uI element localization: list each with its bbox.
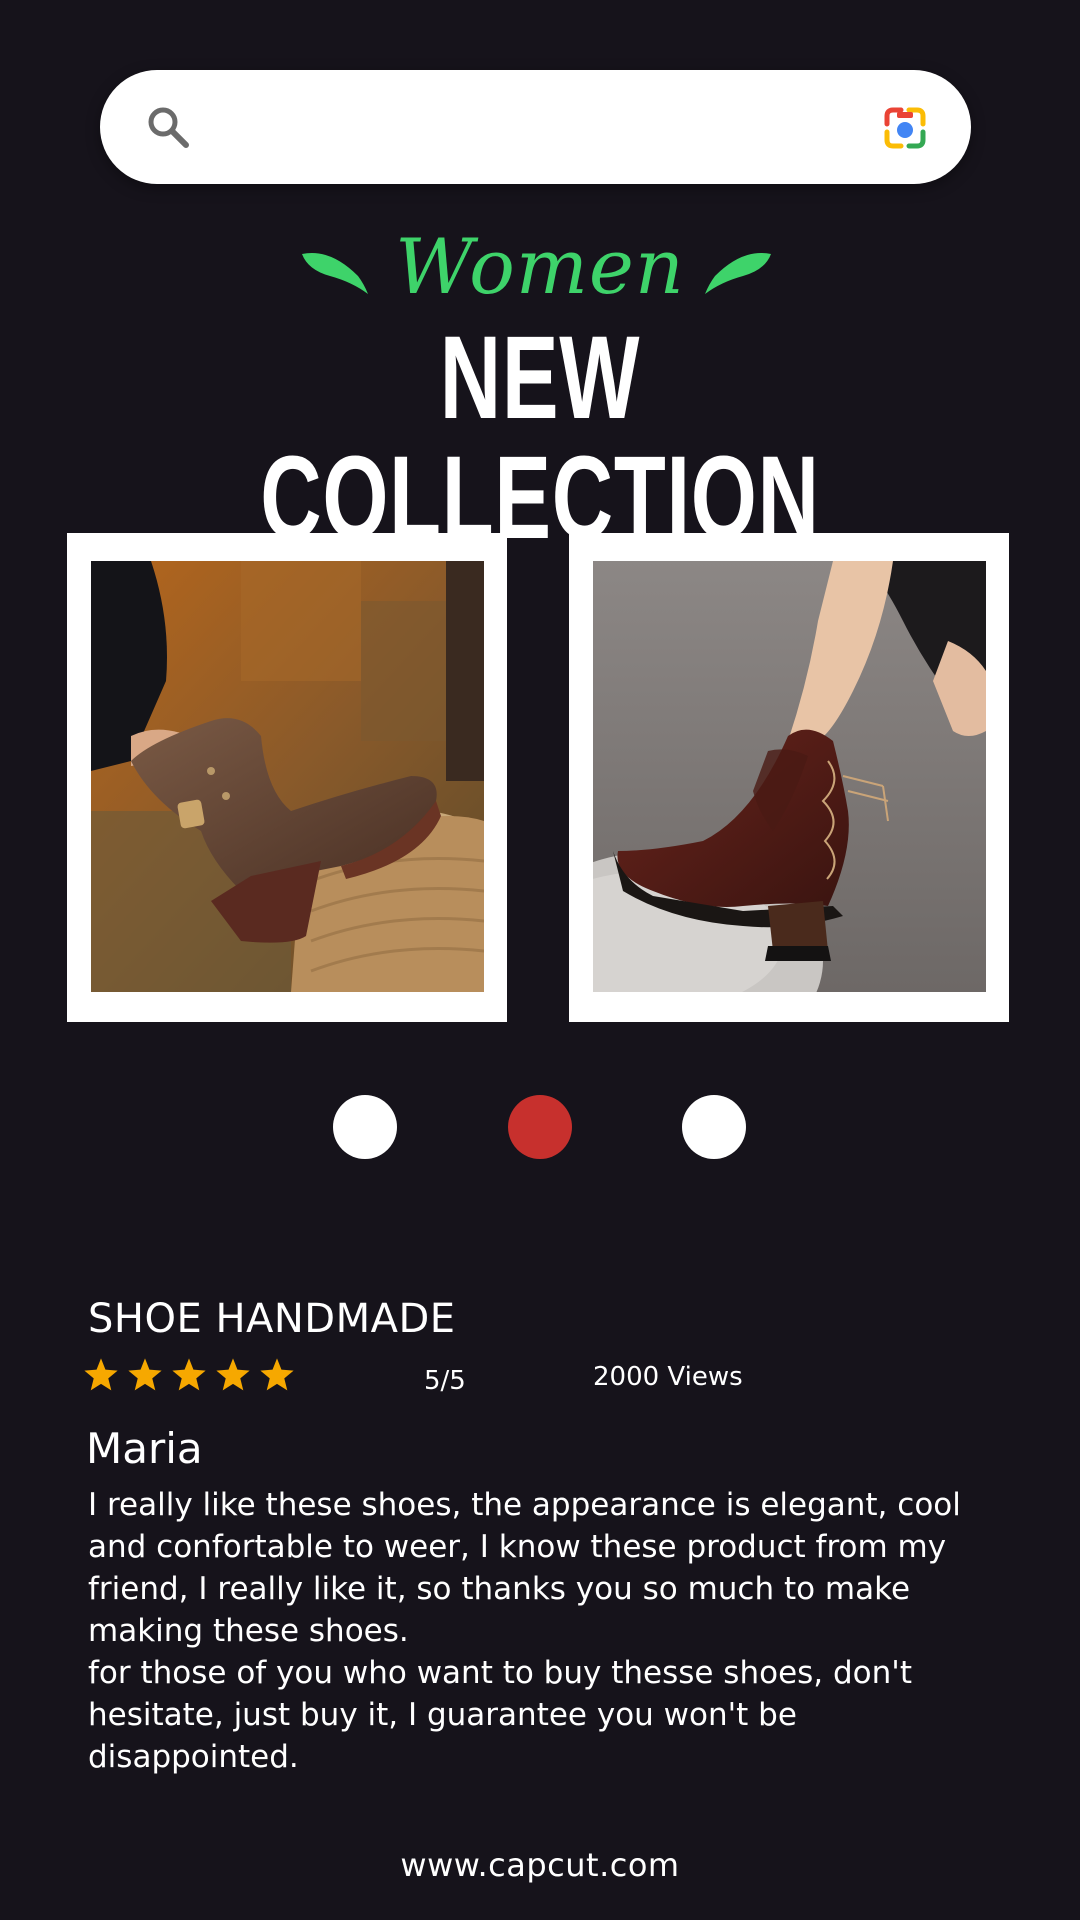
collection-tagline: Women bbox=[0, 222, 1080, 316]
page-title: NEW COLLECTION bbox=[260, 312, 820, 564]
rating-score: 5/5 bbox=[424, 1366, 466, 1396]
review-text: I really like these shoes, the appearanc… bbox=[88, 1487, 961, 1775]
boot-photo bbox=[91, 561, 484, 992]
star-icon bbox=[128, 1358, 162, 1391]
product-image[interactable] bbox=[91, 561, 484, 992]
camera-lens-icon[interactable] bbox=[881, 104, 929, 152]
star-icon bbox=[172, 1358, 206, 1391]
product-card[interactable] bbox=[569, 533, 1009, 1022]
product-name: SHOE HANDMADE bbox=[88, 1296, 456, 1342]
product-image[interactable] bbox=[593, 561, 986, 992]
carousel-dot-2-active[interactable] bbox=[508, 1095, 572, 1159]
search-input[interactable] bbox=[210, 100, 854, 156]
star-icon bbox=[216, 1358, 250, 1391]
search-bar[interactable] bbox=[100, 70, 971, 184]
tagline-text: Women bbox=[395, 222, 685, 311]
leaf-icon bbox=[705, 252, 771, 294]
star-icon bbox=[84, 1358, 118, 1391]
boot-photo bbox=[593, 561, 986, 992]
view-count: 2000 Views bbox=[593, 1362, 743, 1392]
carousel-dot-3[interactable] bbox=[682, 1095, 746, 1159]
search-icon[interactable] bbox=[144, 103, 192, 151]
product-card[interactable] bbox=[67, 533, 507, 1022]
star-rating bbox=[82, 1356, 296, 1406]
footer-url[interactable]: www.capcut.com bbox=[0, 1846, 1080, 1884]
carousel-dot-1[interactable] bbox=[333, 1095, 397, 1159]
reviewer-name: Maria bbox=[86, 1424, 203, 1473]
star-icon bbox=[260, 1358, 294, 1391]
